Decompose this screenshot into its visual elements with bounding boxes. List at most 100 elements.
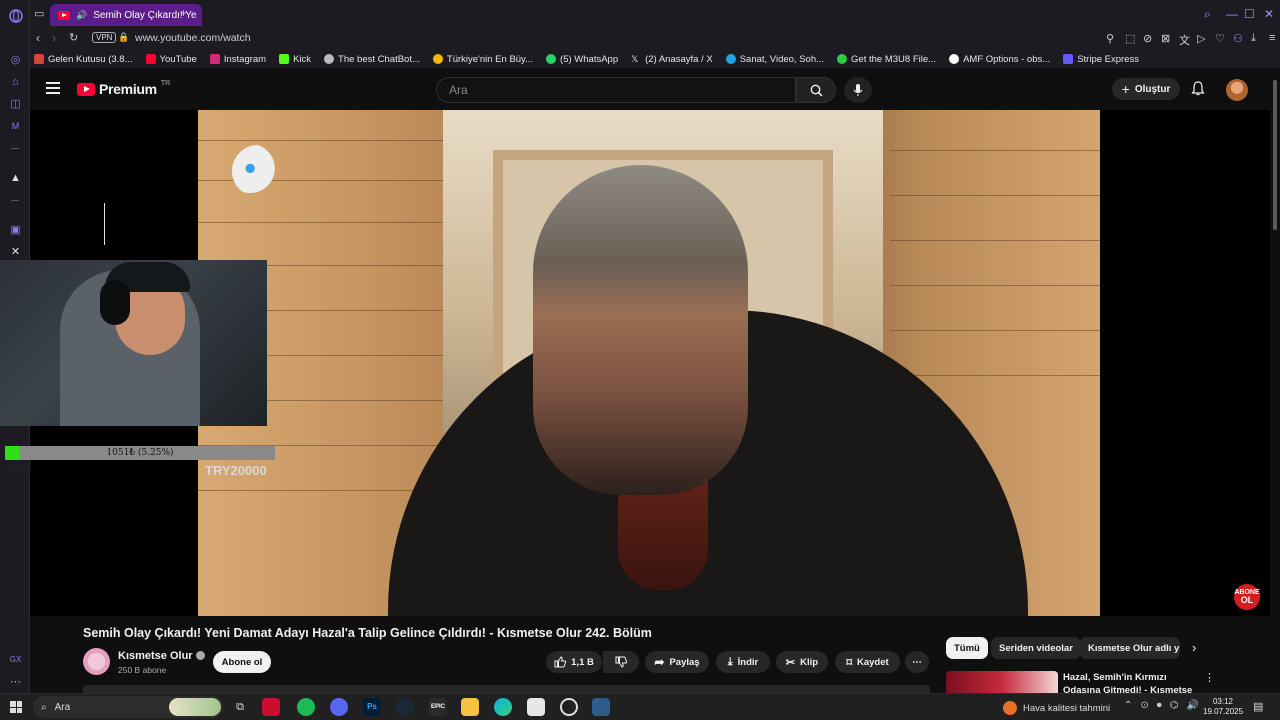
- bookmark-item[interactable]: Get the M3U8 File...: [837, 54, 936, 65]
- vpn-badge[interactable]: VPN: [92, 32, 117, 43]
- channel-name[interactable]: Kısmetse Olur: [118, 650, 205, 662]
- discord-icon[interactable]: [330, 698, 348, 716]
- more-sidebar-icon[interactable]: ⋯: [8, 674, 23, 689]
- share-button[interactable]: ➦ Paylaş: [645, 651, 709, 673]
- workspaces-icon[interactable]: ▭: [34, 7, 44, 20]
- gamepad-icon[interactable]: ⌂: [8, 74, 23, 89]
- youtube-logo[interactable]: Premium TR: [77, 80, 170, 97]
- bookmark-item[interactable]: YouTube: [145, 53, 197, 65]
- x-sidebar-icon[interactable]: ✕: [8, 244, 23, 259]
- channel-avatar[interactable]: [83, 648, 110, 675]
- profile-icon[interactable]: ⚇: [1233, 32, 1243, 45]
- globe-app-icon[interactable]: [592, 698, 610, 716]
- hamburger-menu-icon[interactable]: [46, 82, 60, 94]
- bookmark-label: (5) WhatsApp: [560, 53, 619, 65]
- bookmark-label: YouTube: [159, 53, 197, 65]
- windows-start-icon[interactable]: [10, 701, 22, 713]
- page-scrollbar[interactable]: [1270, 68, 1280, 693]
- taskbar-search-input[interactable]: ⌕ Ara: [33, 696, 223, 718]
- like-button[interactable]: 1,1 B: [546, 651, 602, 673]
- chip-all[interactable]: Tümü: [946, 637, 988, 659]
- aria-icon[interactable]: ◎: [8, 52, 23, 67]
- chip-series-videos[interactable]: Seriden videolar: [991, 637, 1081, 659]
- account-avatar[interactable]: [1226, 79, 1248, 101]
- download-icon[interactable]: ⤓: [1251, 32, 1256, 45]
- store-icon[interactable]: [527, 698, 545, 716]
- video-frame[interactable]: [198, 110, 1100, 616]
- tray-chevron-up-icon[interactable]: ⌃: [1124, 700, 1132, 711]
- opera-logo-icon[interactable]: [8, 8, 23, 23]
- bookmark-item[interactable]: Instagram: [209, 54, 266, 65]
- description-box[interactable]: [83, 685, 930, 693]
- bookmark-item[interactable]: Sanat, Video, Soh...: [725, 53, 825, 65]
- voice-search-button[interactable]: [844, 77, 872, 103]
- new-tab-button[interactable]: +: [180, 6, 187, 20]
- subscribe-button[interactable]: Abone ol: [213, 651, 271, 673]
- save-button[interactable]: ⌑ Kaydet: [835, 651, 900, 673]
- chip-channel-videos[interactable]: Kısmetse Olur adlı yü: [1080, 637, 1180, 659]
- bookmark-item[interactable]: Gelen Kutusu (3.8...: [34, 54, 133, 65]
- photoshop-icon[interactable]: Ps: [363, 698, 381, 716]
- volume-icon[interactable]: 🔊: [1187, 700, 1199, 711]
- twitch-sidebar-icon[interactable]: ▣: [8, 222, 23, 237]
- red-app-icon[interactable]: [262, 698, 280, 716]
- weather-widget[interactable]: Hava kalitesi tahmini: [1003, 701, 1110, 715]
- notifications-bell-icon[interactable]: [1191, 81, 1205, 101]
- subscribe-watermark[interactable]: ABONE OL: [1234, 584, 1260, 610]
- messenger-sidebar-icon[interactable]: M: [8, 118, 23, 133]
- file-explorer-icon[interactable]: [461, 698, 479, 716]
- gx-sidebar-icon[interactable]: GX: [8, 652, 23, 667]
- bookmark-item[interactable]: Kick: [279, 54, 311, 65]
- pin-icon[interactable]: ⚲: [1106, 32, 1114, 45]
- tray-app-icon[interactable]: ⊙: [1140, 700, 1148, 711]
- maximize-icon[interactable]: ☐: [1244, 7, 1255, 21]
- microphone-tray-icon[interactable]: ⏺: [1157, 700, 1162, 711]
- bookmark-label: Sanat, Video, Soh...: [739, 53, 825, 65]
- more-vertical-icon[interactable]: ⋮: [1204, 671, 1215, 684]
- bookmark-item[interactable]: (5) WhatsApp: [546, 54, 618, 65]
- back-icon[interactable]: ‹: [36, 31, 40, 45]
- edge-icon[interactable]: [494, 698, 512, 716]
- recommendation-thumbnail[interactable]: [946, 671, 1058, 693]
- easy-setup-icon[interactable]: ≡: [1269, 32, 1275, 44]
- search-button[interactable]: [796, 77, 836, 103]
- search-tabs-icon[interactable]: ⌕: [1204, 7, 1211, 22]
- snapshot-icon[interactable]: ⬚: [1125, 32, 1135, 45]
- create-button[interactable]: + Oluştur: [1112, 78, 1180, 100]
- extension-icon[interactable]: ⊠: [1161, 32, 1170, 45]
- clip-button[interactable]: ✂ Klip: [776, 651, 828, 673]
- task-view-icon[interactable]: ⧉: [231, 698, 249, 716]
- more-actions-button[interactable]: ⋯: [905, 651, 929, 673]
- dislike-button[interactable]: [603, 651, 639, 673]
- arrow-sidebar-icon[interactable]: ▲: [8, 170, 23, 185]
- chevron-right-icon[interactable]: ›: [1192, 640, 1196, 655]
- bookmark-item[interactable]: Stripe Express: [1063, 54, 1139, 65]
- obs-icon[interactable]: [560, 698, 578, 716]
- taskbar-clock[interactable]: 03:12 19.07.2025: [1203, 697, 1243, 717]
- bookmark-item[interactable]: Türkiye'nin En Büy...: [432, 54, 533, 65]
- bookmark-item[interactable]: The best ChatBot...: [324, 54, 420, 65]
- notification-center-icon[interactable]: ▤: [1253, 700, 1263, 713]
- steam-icon[interactable]: [396, 698, 414, 716]
- adblock-icon[interactable]: ⊘: [1143, 32, 1152, 45]
- download-button[interactable]: ⤓ İndir: [716, 651, 770, 673]
- text-cursor: [104, 203, 105, 245]
- url-field[interactable]: www.youtube.com/watch: [135, 32, 251, 44]
- scrollbar-thumb[interactable]: [1273, 80, 1277, 230]
- bookmark-item[interactable]: AMF Options - obs...: [949, 54, 1050, 65]
- epic-games-icon[interactable]: EPIC: [429, 698, 447, 716]
- bookmark-item[interactable]: 𝕏 (2) Anasayfa / X: [631, 54, 713, 65]
- wifi-icon[interactable]: ⌬: [1170, 700, 1179, 711]
- spotify-icon[interactable]: [297, 698, 315, 716]
- reload-icon[interactable]: ↻: [69, 31, 78, 44]
- search-input[interactable]: Ara: [436, 77, 796, 103]
- minimize-icon[interactable]: —: [1226, 7, 1238, 21]
- instagram-sidebar-icon[interactable]: ◫: [8, 96, 23, 111]
- translate-icon[interactable]: 文: [1179, 32, 1190, 48]
- recommendation-title[interactable]: Hazal, Semih'in Kırmızı Odasına Gitmedi!…: [1063, 671, 1203, 693]
- close-window-icon[interactable]: ✕: [1264, 7, 1274, 21]
- lock-icon[interactable]: 🔒: [118, 32, 129, 43]
- heart-icon[interactable]: ♡: [1215, 32, 1225, 45]
- forward-icon[interactable]: ›: [52, 31, 56, 45]
- player-icon[interactable]: ▷: [1197, 32, 1205, 45]
